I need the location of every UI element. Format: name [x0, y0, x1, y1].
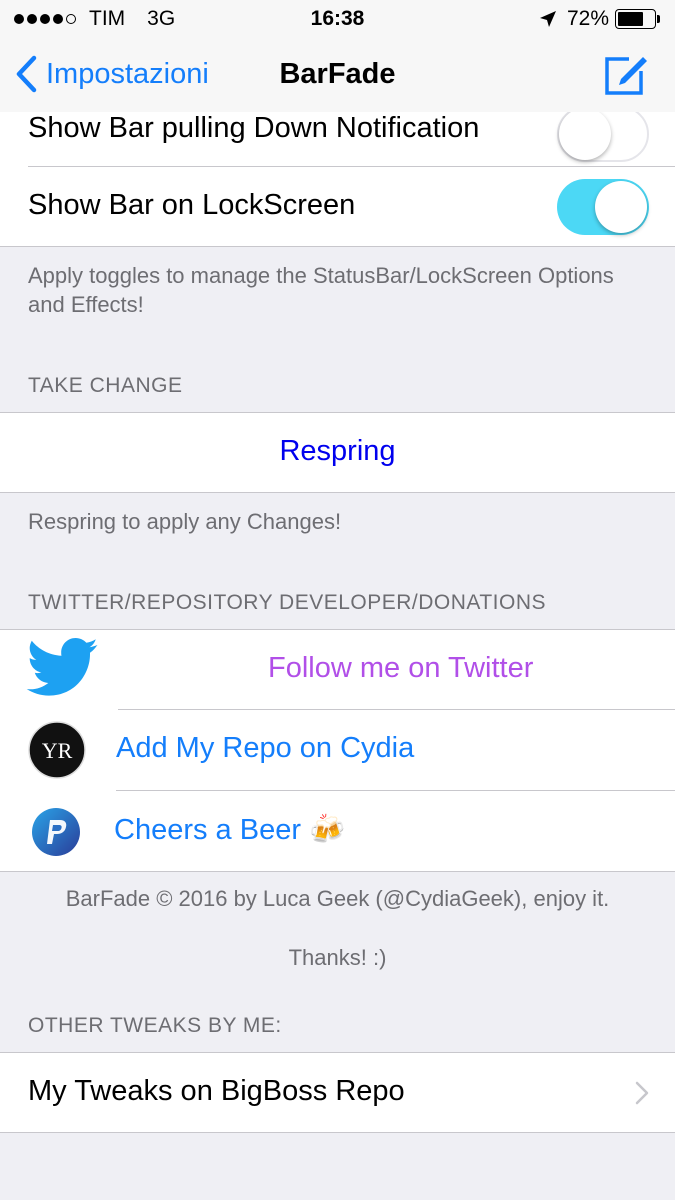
page-title: BarFade [279, 58, 396, 90]
twitter-bird-icon [26, 638, 98, 696]
svg-text:YR: YR [42, 738, 73, 763]
toggle-switch-notification[interactable] [557, 112, 649, 162]
other-tweaks-group: My Tweaks on BigBoss Repo [0, 1052, 675, 1133]
bigboss-label: My Tweaks on BigBoss Repo [28, 1075, 405, 1107]
battery-percent: 72% [566, 7, 609, 30]
toggle-switch-lockscreen[interactable] [557, 179, 649, 235]
other-tweaks-header: OTHER TWEAKS BY ME: [28, 1014, 282, 1037]
respring-footer: Respring to apply any Changes! [28, 509, 342, 534]
repo-link[interactable]: Add My Repo on Cydia [116, 732, 414, 765]
chevron-right-icon [635, 1081, 649, 1105]
toggle-label-lockscreen: Show Bar on LockScreen [28, 189, 356, 221]
toggle-cell-lockscreen: Show Bar on LockScreen [0, 167, 675, 247]
thanks-text: Thanks! :) [288, 945, 387, 970]
paypal-icon [32, 808, 80, 856]
credits-text: BarFade © 2016 by Luca Geek (@CydiaGeek)… [65, 886, 610, 911]
bigboss-cell[interactable]: My Tweaks on BigBoss Repo [0, 1053, 675, 1133]
toggle-cell-notification: Show Bar pulling Down Notification [0, 112, 675, 167]
status-bar: TIM 3G 16:38 72% [0, 0, 675, 38]
toggle-label-notification: Show Bar pulling Down Notification [28, 112, 480, 144]
twitter-link[interactable]: Follow me on Twitter [268, 652, 533, 685]
links-group: Follow me on Twitter YR Add My Repo on C… [0, 629, 675, 872]
respring-button[interactable]: Respring [0, 435, 675, 468]
take-change-header: TAKE CHANGE [28, 374, 183, 397]
battery-icon [615, 9, 661, 29]
beer-link[interactable]: Cheers a Beer 🍻 [114, 813, 345, 847]
toggle-group: Show Bar pulling Down Notification Show … [0, 112, 675, 247]
respring-cell[interactable]: Respring [0, 413, 675, 493]
repo-cell[interactable]: YR Add My Repo on Cydia [0, 710, 675, 791]
links-header: TWITTER/REPOSITORY DEVELOPER/DONATIONS [28, 591, 547, 614]
beer-cell[interactable]: Cheers a Beer 🍻 [0, 791, 675, 871]
compose-icon[interactable] [603, 53, 649, 97]
respring-group: Respring [0, 412, 675, 493]
toggle-footer: Apply toggles to manage the StatusBar/Lo… [28, 263, 614, 317]
repo-logo-icon: YR [28, 721, 86, 779]
navigation-bar: Impostazioni BarFade [0, 38, 675, 112]
location-arrow-icon [539, 11, 556, 27]
twitter-cell[interactable]: Follow me on Twitter [0, 630, 675, 710]
